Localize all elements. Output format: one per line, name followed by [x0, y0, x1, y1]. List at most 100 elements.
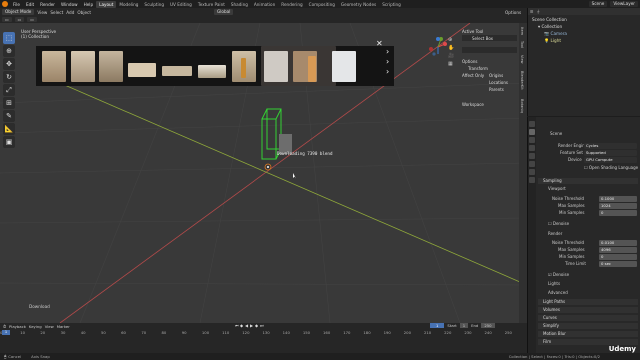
menu-render[interactable]: Render: [37, 2, 58, 7]
feature-set-dropdown[interactable]: Supported: [584, 150, 637, 156]
start-frame-field[interactable]: 1: [459, 323, 469, 328]
transform-tool-icon[interactable]: ⊞: [3, 97, 15, 109]
volumes-section[interactable]: Volumes: [538, 307, 638, 313]
asset-thumbnail[interactable]: [332, 51, 356, 82]
tab-shading[interactable]: Shading: [228, 1, 251, 8]
end-frame-field[interactable]: 250: [481, 323, 495, 328]
filter-icon[interactable]: ⏚: [536, 9, 540, 15]
render-noise-field[interactable]: 0.0100: [599, 240, 637, 246]
menu-add[interactable]: Add: [66, 10, 74, 15]
outliner-item-camera[interactable]: 📷 Camera: [544, 31, 567, 37]
menu-edit[interactable]: Edit: [23, 2, 37, 7]
tab-scripting[interactable]: Scripting: [379, 1, 404, 8]
parents-checkbox[interactable]: Parents: [489, 87, 504, 92]
menu-marker[interactable]: Marker: [57, 324, 70, 329]
current-frame-field[interactable]: 1: [430, 323, 445, 328]
select-mode-subtract-icon[interactable]: ▭: [27, 17, 37, 22]
tab-layout[interactable]: Layout: [96, 0, 117, 8]
scale-tool-icon[interactable]: ⤢: [3, 84, 15, 96]
viewport-min-field[interactable]: 0: [599, 210, 637, 216]
options-dropdown[interactable]: Options: [505, 10, 521, 15]
select-box-icon[interactable]: ⬚: [3, 32, 15, 44]
timeline-editor-icon[interactable]: ⏱: [3, 324, 6, 329]
workspace-header[interactable]: Workspace: [462, 102, 484, 107]
add-cube-tool-icon[interactable]: ▣: [3, 136, 15, 148]
tool-icon-row[interactable]: [462, 47, 517, 53]
curves-section[interactable]: Curves: [538, 315, 638, 321]
rotate-tool-icon[interactable]: ↻: [3, 71, 15, 83]
next-key-icon[interactable]: ◆: [255, 323, 259, 328]
asset-thumbnail[interactable]: [162, 66, 192, 76]
asset-thumbnail[interactable]: [71, 51, 95, 82]
menu-window[interactable]: Window: [58, 2, 81, 7]
menu-file[interactable]: File: [10, 2, 23, 7]
outliner-item-collection[interactable]: ▾ Collection: [538, 24, 562, 29]
pan-icon[interactable]: ✋: [448, 45, 454, 51]
texture-tab-icon[interactable]: [529, 177, 535, 183]
tab-compositing[interactable]: Compositing: [306, 1, 338, 8]
outliner-scene-collection[interactable]: Scene Collection: [532, 17, 567, 22]
tab-uv-editing[interactable]: UV Editing: [167, 1, 195, 8]
play-reverse-icon[interactable]: ◀: [245, 323, 249, 328]
asset-thumbnail[interactable]: [42, 51, 66, 82]
output-tab-icon[interactable]: [529, 137, 535, 143]
asset-thumbnail[interactable]: [264, 51, 288, 82]
prev-key-icon[interactable]: ◆: [240, 323, 244, 328]
viewport-denoise-checkbox[interactable]: ☐ Denoise: [548, 221, 569, 226]
asset-thumbnail[interactable]: [241, 58, 246, 78]
asset-thumbnail[interactable]: [308, 56, 316, 82]
play-icon[interactable]: ▶: [250, 323, 254, 328]
render-engine-dropdown[interactable]: Cycles: [584, 143, 637, 149]
tab-tool[interactable]: Tool: [520, 41, 524, 48]
view-layer-tab-icon[interactable]: [529, 145, 535, 151]
device-dropdown[interactable]: GPU Compute: [584, 157, 637, 163]
viewport-max-field[interactable]: 1024: [599, 203, 637, 209]
osl-checkbox[interactable]: ☐ Open Shading Language: [584, 165, 638, 170]
origins-checkbox[interactable]: Origins: [489, 73, 503, 78]
outliner-icon[interactable]: ☰: [530, 9, 533, 14]
orientation-dropdown[interactable]: Global: [214, 9, 234, 15]
locations-checkbox[interactable]: Locations: [489, 80, 508, 85]
tab-modeling[interactable]: Modeling: [116, 1, 141, 8]
tab-sculpting[interactable]: Sculpting: [141, 1, 167, 8]
tab-animation[interactable]: Animation: [251, 1, 278, 8]
tab-geometry-nodes[interactable]: Geometry Nodes: [338, 1, 379, 8]
asset-thumbnail[interactable]: [99, 51, 123, 82]
select-mode-icon[interactable]: ▭: [2, 17, 12, 22]
playhead[interactable]: 1: [2, 330, 10, 335]
render-tab-icon[interactable]: [529, 129, 535, 135]
asset-thumbnail[interactable]: [128, 63, 156, 77]
options-header[interactable]: Options: [462, 59, 477, 64]
sampling-section[interactable]: Sampling: [538, 178, 638, 184]
advanced-subsection[interactable]: Advanced: [548, 290, 568, 295]
asset-thumbnail[interactable]: [198, 65, 226, 78]
viewport-noise-field[interactable]: 0.1000: [599, 196, 637, 202]
transform-header[interactable]: Transform: [468, 66, 488, 71]
tab-texture-paint[interactable]: Texture Paint: [195, 1, 228, 8]
menu-help[interactable]: Help: [81, 2, 97, 7]
render-max-field[interactable]: 4096: [599, 247, 637, 253]
time-limit-field[interactable]: 0 sec: [599, 261, 637, 267]
mode-dropdown[interactable]: Object Mode: [2, 9, 35, 15]
simplify-section[interactable]: Simplify: [538, 323, 638, 329]
menu-object[interactable]: Object: [77, 10, 91, 15]
outliner-item-light[interactable]: 💡 Light: [544, 38, 561, 44]
menu-keying[interactable]: Keying: [29, 324, 42, 329]
collection-tab-icon[interactable]: [529, 169, 535, 175]
menu-playback[interactable]: Playback: [9, 324, 26, 329]
chevron-right-icon[interactable]: ›: [386, 57, 389, 66]
navigation-gizmo[interactable]: [427, 36, 449, 58]
timeline-ruler[interactable]: 0102030405060708090100110120130140150160…: [0, 330, 527, 336]
tab-item[interactable]: Item: [520, 27, 524, 35]
motion-blur-section[interactable]: Motion Blur: [538, 331, 638, 337]
chevron-right-icon[interactable]: ›: [386, 67, 389, 76]
measure-tool-icon[interactable]: 📐: [3, 123, 15, 135]
close-icon[interactable]: ✕: [376, 39, 383, 48]
tab-view[interactable]: View: [520, 55, 524, 64]
viewport-subsection[interactable]: Viewport: [548, 186, 566, 191]
select-box-label[interactable]: Select Box: [472, 36, 493, 41]
tab-blenderkit[interactable]: BlenderKit: [520, 71, 524, 90]
lights-subsection[interactable]: Lights: [548, 281, 560, 286]
tab-rendering[interactable]: Rendering: [278, 1, 305, 8]
scene-tab-icon[interactable]: [529, 153, 535, 159]
